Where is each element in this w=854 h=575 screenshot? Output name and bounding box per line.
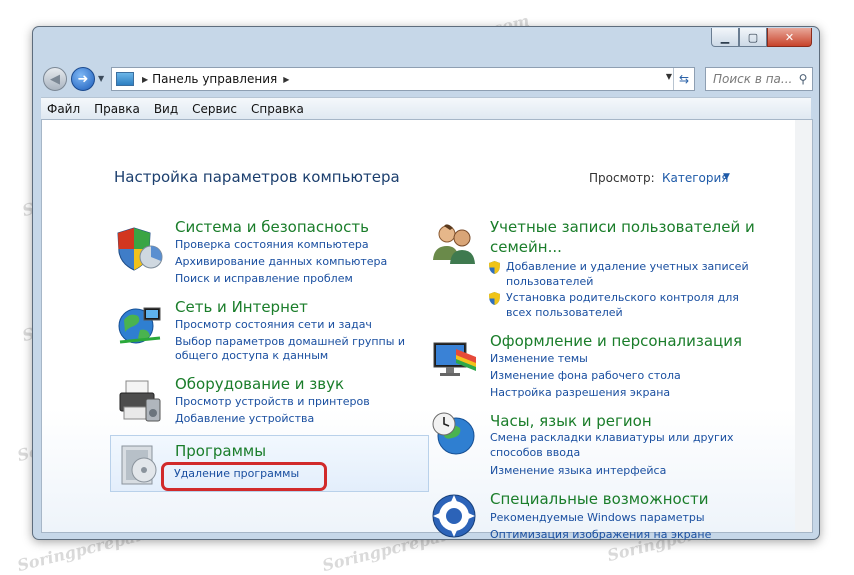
printer-icon xyxy=(119,380,161,422)
category-link[interactable]: способов ввода xyxy=(490,445,580,461)
minimize-icon: ▁ xyxy=(720,30,730,44)
chevron-down-icon[interactable]: ▼ xyxy=(723,172,730,182)
category-link[interactable]: Установка родительского контроля для xyxy=(506,290,739,306)
category-title[interactable]: Оформление и персонализация xyxy=(490,332,742,351)
category-title[interactable]: Оборудование и звук xyxy=(175,375,344,394)
category-link[interactable]: Изменение темы xyxy=(490,351,588,367)
breadcrumb-separator-icon[interactable]: ▶ xyxy=(142,75,148,84)
view-mode-dropdown[interactable]: Категория xyxy=(662,171,729,185)
chevron-down-icon: ▼ xyxy=(98,74,105,83)
scrollbar[interactable] xyxy=(795,120,812,532)
menu-help[interactable]: Справка xyxy=(251,102,304,116)
close-icon: ✕ xyxy=(784,30,795,44)
menu-edit[interactable]: Правка xyxy=(94,102,140,116)
page-title: Настройка параметров компьютера xyxy=(114,168,400,186)
category-link[interactable]: Просмотр устройств и принтеров xyxy=(175,394,370,410)
control-panel-icon xyxy=(116,72,134,86)
uac-shield-icon xyxy=(489,292,500,305)
category-link[interactable]: Поиск и исправление проблем xyxy=(175,271,353,287)
programs-box-icon xyxy=(121,445,157,485)
breadcrumb-control-panel[interactable]: Панель управления xyxy=(152,72,277,86)
maximize-button[interactable]: ▢ xyxy=(739,28,767,47)
ease-of-access-icon xyxy=(432,494,476,538)
network-globe-icon xyxy=(118,307,161,344)
menu-tools[interactable]: Сервис xyxy=(192,102,237,116)
category-title[interactable]: Сеть и Интернет xyxy=(175,298,308,317)
category-link[interactable]: пользователей xyxy=(506,274,593,290)
category-link[interactable]: Оптимизация изображения на экране xyxy=(490,527,711,543)
minimize-button[interactable]: ▁ xyxy=(711,28,739,47)
menu-view[interactable]: Вид xyxy=(154,102,178,116)
window-controls: ▁ ▢ ✕ xyxy=(711,28,812,47)
category-title-continuation[interactable]: семейн... xyxy=(490,238,562,257)
category-title[interactable]: Учетные записи пользователей и xyxy=(490,218,755,237)
refresh-icon: ⇆ xyxy=(678,72,690,86)
search-icon[interactable]: ⚲ xyxy=(794,72,812,86)
security-shield-icon xyxy=(117,227,163,271)
breadcrumb-separator-icon[interactable]: ▶ xyxy=(283,75,289,84)
category-title[interactable]: Специальные возможности xyxy=(490,490,708,509)
category-link[interactable]: Добавление устройства xyxy=(175,411,314,427)
menu-file[interactable]: Файл xyxy=(47,102,80,116)
close-button[interactable]: ✕ xyxy=(767,28,812,47)
recent-pages-dropdown[interactable]: ▼ xyxy=(98,74,104,83)
view-label: Просмотр: xyxy=(589,171,655,185)
title-bar[interactable]: ▁ ▢ ✕ xyxy=(33,27,819,57)
forward-button[interactable]: ➜ xyxy=(71,67,95,91)
arrow-left-icon: ◀ xyxy=(50,71,60,87)
content-pane: Настройка параметров компьютера Просмотр… xyxy=(41,119,813,541)
category-link[interactable]: Архивирование данных компьютера xyxy=(175,254,387,270)
control-panel-window: ▁ ▢ ✕ ◀ ➜ ▼ ▶ Панель управления ▶ ▼ ⇆ По… xyxy=(32,26,820,541)
category-link[interactable]: Изменение языка интерфейса xyxy=(490,463,666,479)
uac-shield-icon xyxy=(489,261,500,274)
category-link[interactable]: Просмотр состояния сети и задач xyxy=(175,317,372,333)
category-title[interactable]: Система и безопасность xyxy=(175,218,369,237)
category-link[interactable]: всех пользователей xyxy=(506,305,623,321)
category-link[interactable]: Смена раскладки клавиатуры или других xyxy=(490,430,734,446)
category-title[interactable]: Программы xyxy=(175,442,266,461)
category-link[interactable]: Добавление и удаление учетных записей xyxy=(506,259,749,275)
address-dropdown-icon[interactable]: ▼ xyxy=(666,72,672,81)
back-button[interactable]: ◀ xyxy=(43,67,67,91)
address-bar[interactable]: ▶ Панель управления ▶ ▼ ⇆ xyxy=(111,67,695,91)
search-input[interactable]: Поиск в па... ⚲ xyxy=(705,67,813,91)
category-link[interactable]: Проверка состояния компьютера xyxy=(175,237,369,253)
refresh-button[interactable]: ⇆ xyxy=(673,68,694,90)
category-link[interactable]: Рекомендуемые Windows параметры xyxy=(490,510,705,526)
maximize-icon: ▢ xyxy=(747,30,759,44)
clock-globe-icon xyxy=(432,412,475,455)
users-icon xyxy=(433,224,475,264)
category-link[interactable]: Настройка разрешения экрана xyxy=(490,385,670,401)
category-title[interactable]: Часы, язык и регион xyxy=(490,412,652,431)
category-link[interactable]: Изменение фона рабочего стола xyxy=(490,368,681,384)
arrow-right-icon: ➜ xyxy=(77,71,89,87)
monitor-palette-icon xyxy=(433,342,476,376)
menu-bar: Файл Правка Вид Сервис Справка xyxy=(41,97,811,120)
uninstall-highlight-frame xyxy=(161,462,327,491)
category-link[interactable]: общего доступа к данным xyxy=(175,348,328,364)
search-placeholder: Поиск в па... xyxy=(713,72,793,86)
